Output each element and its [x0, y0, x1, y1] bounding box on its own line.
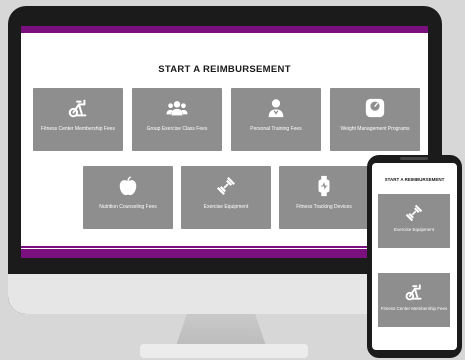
mobile-tile-fitness-center[interactable]: Fitness Center Membership Fees: [378, 273, 450, 327]
group-icon: [166, 97, 188, 119]
tile-label: Weight Management Programs: [340, 126, 410, 132]
monitor-stand: [176, 314, 266, 346]
mobile-screen: START A REIMBURSEMENT Exercise Equipment…: [372, 163, 457, 350]
exercise-bike-icon: [404, 282, 424, 302]
tile-label: Exercise Equipment: [393, 227, 435, 232]
tile-weight-management[interactable]: Weight Management Programs: [330, 88, 420, 151]
tile-label: Fitness Tracking Devices: [296, 204, 352, 210]
page-title: START A REIMBURSEMENT: [158, 64, 291, 75]
scale-icon: [364, 97, 386, 119]
tile-nutrition-counseling[interactable]: Nutrition Counseling Fees: [83, 166, 173, 229]
smartwatch-icon: [313, 175, 335, 197]
dumbbell-icon: [215, 175, 237, 197]
tile-label: Group Exercise Class Fees: [146, 126, 208, 132]
tile-label: Fitness Center Membership Fees: [41, 126, 115, 132]
trainer-icon: [265, 97, 287, 119]
mobile-tile-exercise-equipment[interactable]: Exercise Equipment: [378, 194, 450, 248]
exercise-bike-icon: [67, 97, 89, 119]
tile-label: Nutrition Counseling Fees: [99, 204, 157, 210]
tile-fitness-tracking[interactable]: Fitness Tracking Devices: [279, 166, 369, 229]
tile-label: Personal Training Fees: [250, 126, 302, 132]
apple-icon: [117, 175, 139, 197]
monitor-base: [140, 344, 308, 358]
tile-fitness-center[interactable]: Fitness Center Membership Fees: [33, 88, 123, 151]
mobile-page-title: START A REIMBURSEMENT: [384, 177, 445, 182]
tile-label: Fitness Center Membership Fees: [380, 306, 448, 311]
dumbbell-icon: [404, 203, 424, 223]
tile-group-exercise[interactable]: Group Exercise Class Fees: [132, 88, 222, 151]
tile-exercise-equipment[interactable]: Exercise Equipment: [181, 166, 271, 229]
tile-label: Exercise Equipment: [203, 204, 249, 210]
phone-notch: [400, 157, 428, 160]
header-bar: [21, 26, 428, 33]
tile-personal-training[interactable]: Personal Training Fees: [231, 88, 321, 151]
mobile-phone: START A REIMBURSEMENT Exercise Equipment…: [367, 155, 462, 358]
